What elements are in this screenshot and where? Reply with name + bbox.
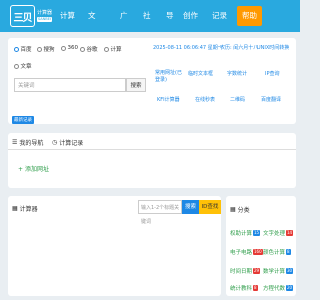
radio-icon <box>61 45 66 51</box>
category-count: 15 <box>253 230 261 236</box>
engine-label: 360 <box>67 45 79 51</box>
engine-google[interactable]: 谷歌 <box>80 45 98 53</box>
quick-link-translate[interactable]: 百度翻译 <box>261 96 281 103</box>
list-icon: ☰ <box>12 139 18 146</box>
calculator-icon: ▦ <box>12 205 18 212</box>
engine-sogou[interactable]: 搜狗 <box>37 45 55 53</box>
calculator-panel: ▦ 计算器 输入1-2个标题关键词 搜索 ID查找 <box>8 196 221 296</box>
engine-label: 百度 <box>20 47 32 53</box>
calculator-title: ▦ 计算器 <box>12 204 38 213</box>
radio-icon <box>37 46 42 52</box>
category-count: 29 <box>253 268 261 274</box>
quick-link-textbox[interactable]: 临时文本框 <box>188 70 213 77</box>
unix-link[interactable]: UNIX时间转换 <box>257 44 297 51</box>
category-title: ▦ 分类 <box>230 205 250 214</box>
category-name: 权助计算 <box>230 231 253 237</box>
category-count: 20 <box>286 285 294 291</box>
add-site-label: 添加网址 <box>25 166 50 173</box>
add-site-link[interactable]: + 添加网址 <box>18 164 49 173</box>
logo-sub1: 计算器 <box>37 10 53 16</box>
logo-mark: 三贝 <box>10 5 35 27</box>
search-input[interactable]: 关键词 <box>14 78 126 92</box>
category-name: 颜色计算 <box>263 250 286 256</box>
engine-360[interactable]: 360 <box>61 45 78 51</box>
category-name: 数学计算 <box>263 269 286 275</box>
tab-label: 我的导航 <box>19 140 44 147</box>
engine-label: 计算 <box>110 47 122 53</box>
quick-link-common[interactable]: 常用网址(已登录) <box>155 70 183 84</box>
category-count: 8 <box>253 285 258 291</box>
engine-label: 搜狗 <box>43 47 55 53</box>
quick-link-qrcode[interactable]: 二维码 <box>230 96 245 103</box>
id-lookup-button[interactable]: ID查找 <box>199 200 221 214</box>
radio-icon <box>14 63 19 69</box>
category-name: 统计教科 <box>230 286 253 292</box>
logo-text: 三贝 <box>13 12 33 24</box>
calculator-search-button[interactable]: 搜索 <box>182 200 199 214</box>
lunar-date: 农历: 闰六月十八 <box>220 45 259 51</box>
category-item[interactable]: 文字处理 14 <box>263 229 294 237</box>
category-count: 160 <box>253 249 263 255</box>
quick-link-stopwatch[interactable]: 在线秒表 <box>195 96 215 103</box>
tab-label: 计算记录 <box>59 140 84 147</box>
category-count: 30 <box>286 268 294 274</box>
category-item[interactable]: 时间日期 29 <box>230 267 261 275</box>
nav-item-dao[interactable]: 导 <box>166 0 174 32</box>
nav-item-she[interactable]: 社 <box>143 0 151 32</box>
calculator-title-text: 计算器 <box>19 206 38 213</box>
tab-calc-record[interactable]: ◷ 计算记录 <box>52 138 83 147</box>
nav-item-guang[interactable]: 广 <box>120 0 128 32</box>
engine-label: 文章 <box>20 64 32 70</box>
top-header: 三贝 计算器 SANBEI 计算 文 广 社 导 创作 记录 帮助 <box>0 0 300 32</box>
category-title-text: 分类 <box>237 207 250 214</box>
clock-icon: ◷ <box>52 139 58 146</box>
nav-item-calc[interactable]: 计算 <box>60 0 75 32</box>
engine-calc[interactable]: 计算 <box>104 45 122 53</box>
engine-article[interactable]: 文章 <box>14 62 32 70</box>
nav-item-create[interactable]: 创作 <box>183 0 198 32</box>
category-item[interactable]: 电子电路 160 <box>230 248 263 256</box>
search-panel: 百度 搜狗 360 谷歌 计算 文章 关键词 搜索 2025-08-11 06:… <box>8 38 296 124</box>
category-item[interactable]: 统计教科 8 <box>230 284 258 292</box>
category-panel: ▦ 分类 权助计算 15 文字处理 14 电子电路 160 颜色计算 8 时间日期 29 数… <box>226 196 296 296</box>
category-name: 方程代数 <box>263 286 286 292</box>
logo-side: 计算器 SANBEI <box>37 10 53 22</box>
engine-baidu[interactable]: 百度 <box>14 45 32 53</box>
my-nav-panel: ☰ 我的导航 ◷ 计算记录 + 添加网址 <box>8 133 296 188</box>
nav-item-help[interactable]: 帮助 <box>237 6 262 26</box>
radio-icon <box>14 46 19 52</box>
quick-link-wordcount[interactable]: 字数统计 <box>227 70 247 77</box>
grid-icon: ▦ <box>230 206 236 213</box>
nav-item-record[interactable]: 记录 <box>212 0 227 32</box>
category-name: 时间日期 <box>230 269 253 275</box>
radio-icon <box>104 46 109 52</box>
radio-icon <box>80 46 85 52</box>
tab-divider <box>8 149 296 150</box>
engine-label: 谷歌 <box>86 47 98 53</box>
category-name: 文字处理 <box>263 231 286 237</box>
logo-sub2: SANBEI <box>37 17 53 22</box>
category-item[interactable]: 数学计算 30 <box>263 267 294 275</box>
nav-item-wen[interactable]: 文 <box>88 0 96 32</box>
site-logo[interactable]: 三贝 计算器 SANBEI <box>10 5 53 27</box>
category-item[interactable]: 权助计算 15 <box>230 229 261 237</box>
quick-link-ip[interactable]: IP查询 <box>265 70 280 77</box>
search-button[interactable]: 搜索 <box>126 78 146 92</box>
calculator-search-input[interactable]: 输入1-2个标题关键词 <box>138 200 182 225</box>
category-count: 8 <box>286 249 291 255</box>
category-item[interactable]: 方程代数 20 <box>263 284 294 292</box>
tab-my-nav[interactable]: ☰ 我的导航 <box>12 138 43 147</box>
category-name: 电子电路 <box>230 250 253 256</box>
category-count: 14 <box>286 230 294 236</box>
recent-tag: 最新记录 <box>12 116 34 124</box>
category-item[interactable]: 颜色计算 8 <box>263 248 291 256</box>
datetime-display: 2025-08-11 06:06:47 星期一 <box>153 45 223 51</box>
plus-icon: + <box>18 166 24 173</box>
quick-link-kfi[interactable]: KFI计算器 <box>157 96 180 103</box>
